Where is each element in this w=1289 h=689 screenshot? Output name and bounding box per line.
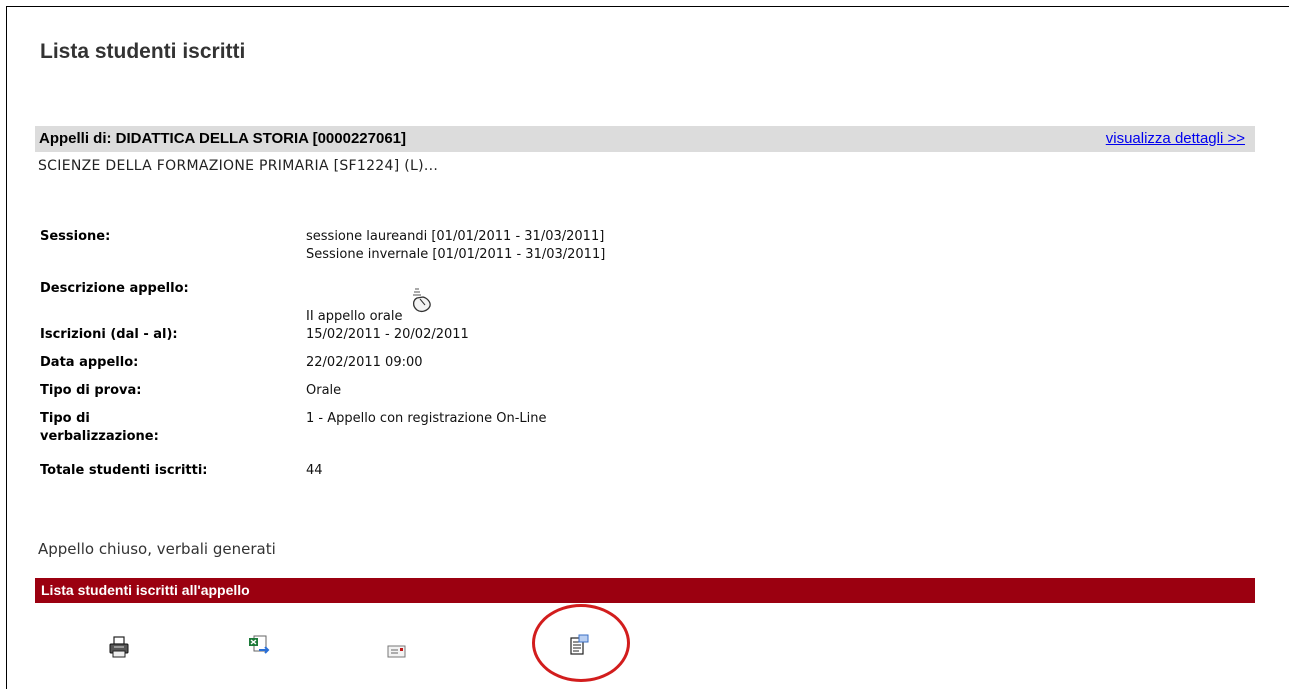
info-value: sessione laureandi [01/01/2011 - 31/03/2… — [306, 229, 605, 244]
page-title: Lista studenti iscritti — [40, 40, 246, 63]
info-label: verbalizzazione: — [40, 429, 159, 444]
mouse-pointer-icon[interactable] — [409, 286, 433, 314]
info-label: Tipo di — [40, 411, 90, 426]
info-label: Totale studenti iscritti: — [40, 463, 208, 478]
course-title: Appelli di: DIDATTICA DELLA STORIA [0000… — [39, 130, 407, 147]
info-label: Sessione: — [40, 229, 111, 244]
info-label: Iscrizioni (dal - al): — [40, 327, 178, 342]
info-value: Orale — [306, 383, 342, 398]
email-icon[interactable] — [386, 640, 408, 662]
info-label: Tipo di prova: — [40, 383, 142, 398]
highlight-circle — [532, 604, 630, 682]
course-subtitle: SCIENZE DELLA FORMAZIONE PRIMARIA [SF122… — [38, 158, 439, 174]
excel-export-icon[interactable] — [248, 634, 270, 656]
course-header-bar: Appelli di: DIDATTICA DELLA STORIA [0000… — [35, 126, 1255, 152]
info-value: 22/02/2011 09:00 — [306, 355, 423, 370]
info-label: Data appello: — [40, 355, 139, 370]
info-label: Descrizione appello: — [40, 281, 189, 296]
info-value: 44 — [306, 463, 323, 478]
student-list-header: Lista studenti iscritti all'appello — [35, 578, 1255, 603]
info-value: Sessione invernale [01/01/2011 - 31/03/2… — [306, 247, 606, 262]
info-value: 15/02/2011 - 20/02/2011 — [306, 327, 469, 342]
info-value: II appello orale — [306, 309, 403, 324]
info-value: 1 - Appello con registrazione On-Line — [306, 411, 547, 426]
view-details-link[interactable]: visualizza dettagli >> — [1106, 130, 1245, 147]
student-list-title: Lista studenti iscritti all'appello — [41, 582, 250, 598]
exam-status: Appello chiuso, verbali generati — [38, 540, 276, 558]
info-value-wrap: II appello orale — [306, 288, 433, 326]
print-icon[interactable] — [108, 636, 130, 658]
